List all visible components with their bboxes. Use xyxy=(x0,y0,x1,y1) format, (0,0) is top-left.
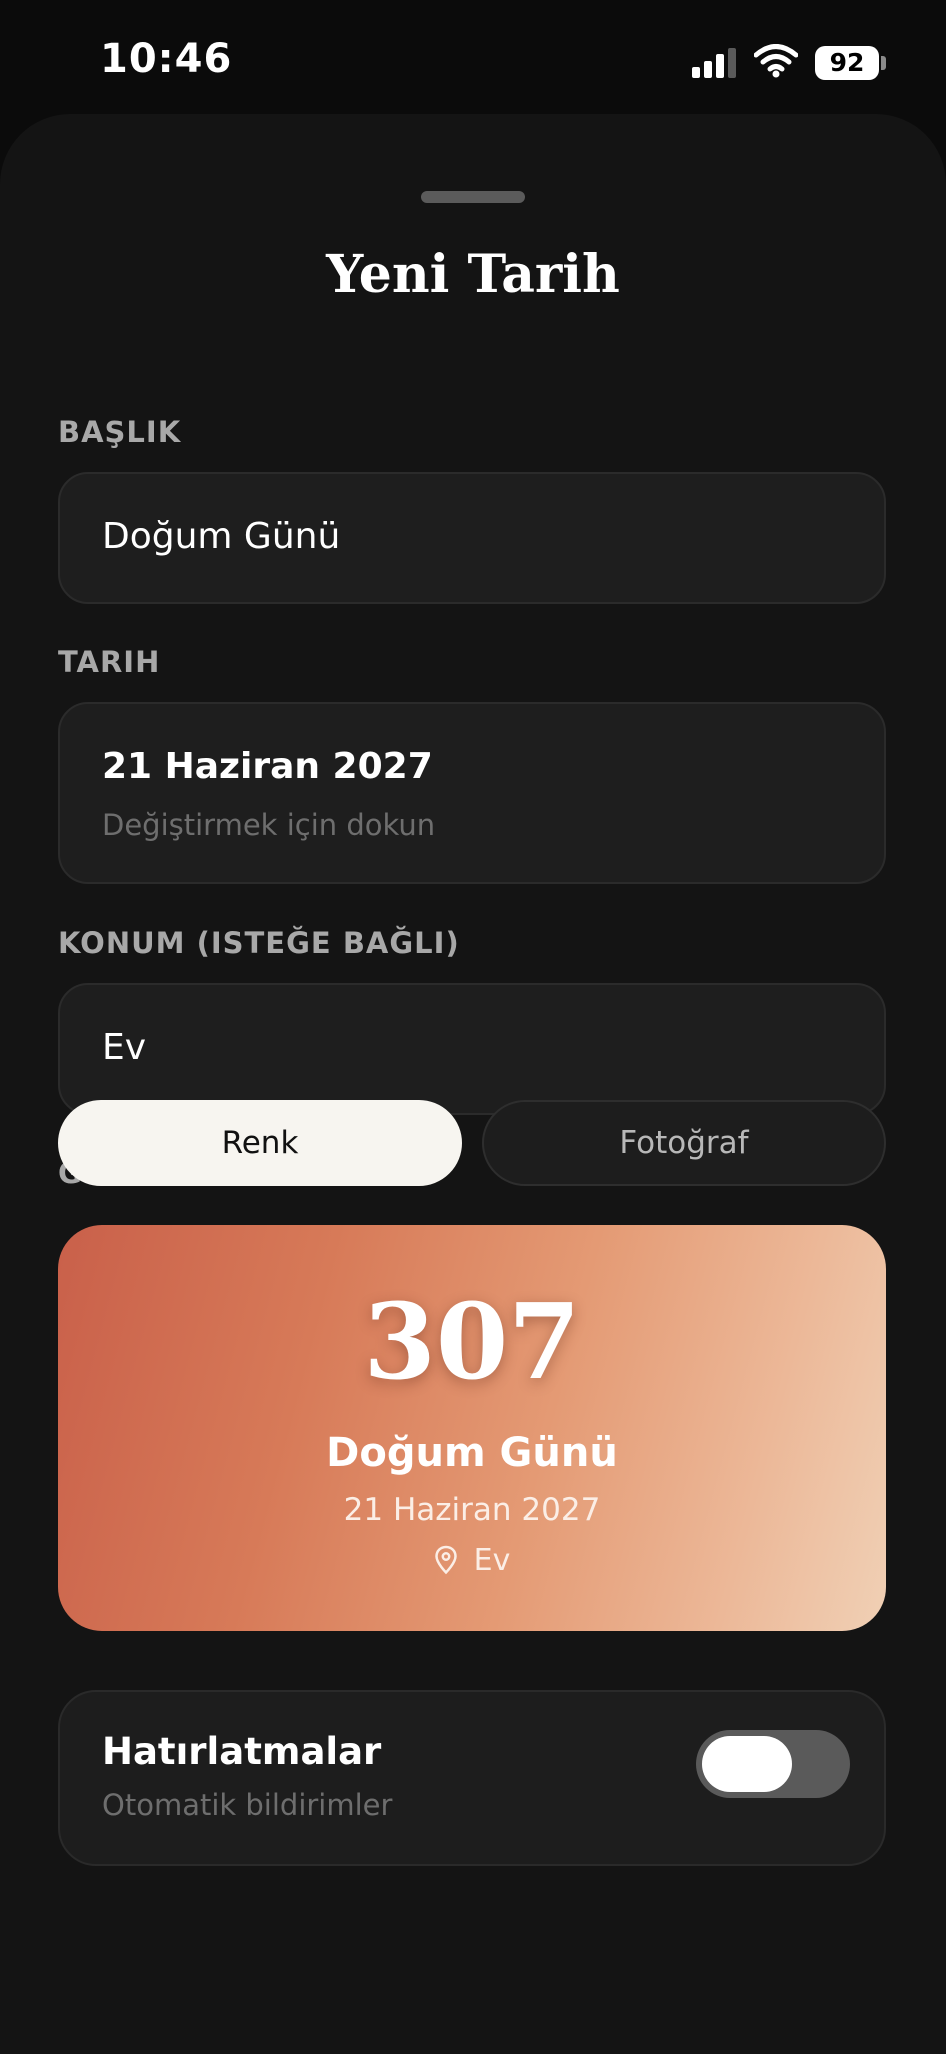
reminders-subtitle: Otomatik bildirimler xyxy=(102,1788,393,1822)
signal-icon xyxy=(692,48,738,78)
sheet-grabber[interactable] xyxy=(421,191,525,203)
sheet-title: Yeni Tarih xyxy=(326,244,620,305)
reminders-title: Hatırlatmalar xyxy=(102,1730,382,1773)
appearance-photo-button[interactable]: Fotoğraf xyxy=(482,1100,886,1186)
appearance-color-button[interactable]: Renk xyxy=(58,1100,462,1186)
date-hint: Değiştirmek için dokun xyxy=(102,808,436,842)
status-time: 10:46 xyxy=(100,36,233,82)
location-value: Ev xyxy=(102,1027,147,1068)
battery-icon: 92 xyxy=(815,46,879,80)
battery-nub xyxy=(881,56,886,70)
location-label: KONUM (ISTEĞE BAĞLI) xyxy=(58,926,460,960)
reminders-row: Hatırlatmalar Otomatik bildirimler xyxy=(58,1690,886,1866)
title-label: BAŞLIK xyxy=(58,415,182,449)
status-bar: 10:46 92 xyxy=(0,0,946,120)
preview-date: 21 Haziran 2027 xyxy=(343,1492,601,1528)
wifi-icon xyxy=(754,44,798,78)
location-pin-icon xyxy=(434,1545,457,1575)
preview-card: 307 Doğum Günü 21 Haziran 2027 Ev xyxy=(58,1225,886,1631)
title-value: Doğum Günü xyxy=(102,516,341,557)
location-field[interactable]: Ev xyxy=(58,983,886,1115)
title-field[interactable]: Doğum Günü xyxy=(58,472,886,604)
preview-location: Ev xyxy=(58,1543,886,1578)
preview-days-count: 307 xyxy=(363,1280,581,1403)
reminders-toggle[interactable] xyxy=(696,1730,850,1798)
date-label: TARIH xyxy=(58,645,161,679)
date-field[interactable]: 21 Haziran 2027 Değiştirmek için dokun xyxy=(58,702,886,884)
toggle-knob xyxy=(702,1736,792,1792)
date-value: 21 Haziran 2027 xyxy=(102,746,433,787)
preview-title: Doğum Günü xyxy=(326,1430,618,1476)
preview-location-text: Ev xyxy=(473,1543,511,1578)
